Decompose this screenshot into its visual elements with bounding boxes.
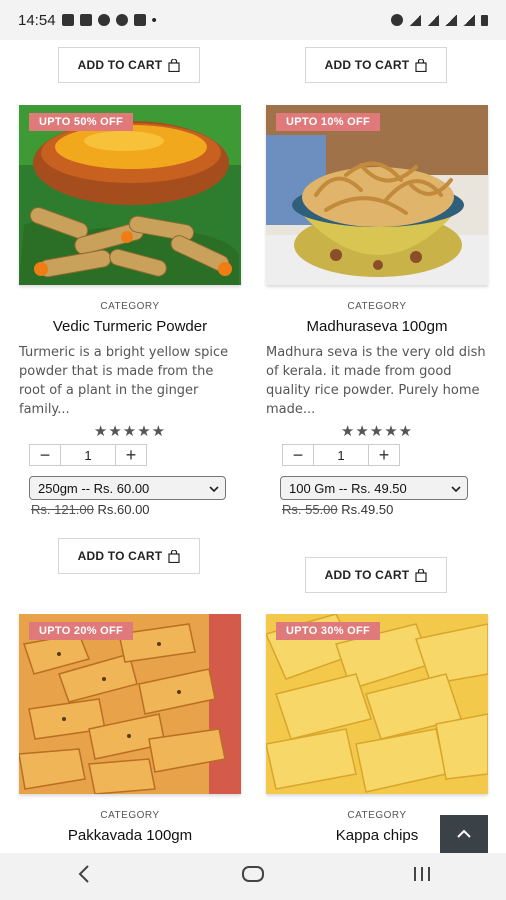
status-bar: 14:54 • xyxy=(0,0,506,40)
price-new: Rs.49.50 xyxy=(341,502,394,517)
product-card-pakkavada[interactable]: UPTO 20% OFF CATEGORY Pakkavada 100gm xyxy=(19,614,241,844)
price-old: Rs. 55.00 xyxy=(282,502,338,517)
add-to-cart-button[interactable]: ADD TO CART xyxy=(58,538,200,574)
product-title[interactable]: Madhuraseva 100gm xyxy=(266,318,488,335)
shopping-bag-icon xyxy=(168,549,180,563)
minus-button[interactable]: − xyxy=(29,444,61,466)
add-to-cart-label: ADD TO CART xyxy=(77,58,163,72)
variant-select[interactable]: 250gm -- Rs. 60.00 xyxy=(29,476,226,500)
price: Rs. 121.00 Rs.60.00 xyxy=(31,502,241,517)
turmeric-image xyxy=(19,105,241,285)
discount-badge: UPTO 20% OFF xyxy=(29,622,134,640)
add-to-cart-label: ADD TO CART xyxy=(324,568,410,582)
add-to-cart-label: ADD TO CART xyxy=(324,58,410,72)
product-title[interactable]: Pakkavada 100gm xyxy=(19,827,241,844)
app-icon xyxy=(97,14,110,26)
nav-recents-button[interactable] xyxy=(392,857,452,897)
plus-button[interactable]: + xyxy=(368,444,400,466)
minus-icon: − xyxy=(39,444,51,465)
product-description: Madhura seva is the very old dish of ker… xyxy=(266,345,486,417)
madhuraseva-image xyxy=(266,105,488,285)
product-card-kappa-chips[interactable]: UPTO 30% OFF CATEGORY Kappa chips xyxy=(266,614,488,844)
discount-badge: UPTO 10% OFF xyxy=(276,113,381,131)
flag-icon xyxy=(79,14,92,26)
chevron-up-icon xyxy=(457,825,471,843)
grid-icon xyxy=(133,14,146,26)
chevron-down-icon xyxy=(209,481,219,496)
price-old: Rs. 121.00 xyxy=(31,502,94,517)
nav-home-button[interactable] xyxy=(223,857,283,897)
product-card-madhuraseva[interactable]: UPTO 10% OFF CATEGORY Madhuraseva 100gm … xyxy=(266,105,488,517)
status-dot: • xyxy=(151,11,157,29)
status-right xyxy=(391,14,488,26)
minus-icon: − xyxy=(292,444,304,465)
product-image[interactable]: UPTO 20% OFF xyxy=(19,614,241,794)
add-to-cart-button-prev-2[interactable]: ADD TO CART xyxy=(305,47,447,83)
plus-icon: + xyxy=(125,444,137,465)
add-to-cart-label: ADD TO CART xyxy=(77,549,163,563)
quantity-stepper: − 1 + xyxy=(29,444,241,466)
product-image[interactable]: UPTO 10% OFF xyxy=(266,105,488,285)
product-image[interactable]: UPTO 50% OFF xyxy=(19,105,241,285)
status-time: 14:54 xyxy=(18,11,56,29)
minus-button[interactable]: − xyxy=(282,444,314,466)
home-icon xyxy=(241,866,264,887)
chevron-down-icon xyxy=(451,481,461,496)
quantity-input[interactable]: 1 xyxy=(314,444,368,466)
shopping-bag-icon xyxy=(168,58,180,72)
product-card-turmeric[interactable]: UPTO 50% OFF CATEGORY Vedic Turmeric Pow… xyxy=(19,105,241,517)
product-description: Turmeric is a bright yellow spice powder… xyxy=(19,345,229,417)
price-new: Rs.60.00 xyxy=(97,502,150,517)
variant-value: 250gm -- Rs. 60.00 xyxy=(38,480,150,496)
shopping-bag-icon xyxy=(415,58,427,72)
category-label[interactable]: CATEGORY xyxy=(19,301,241,312)
navigation-bar xyxy=(0,853,506,900)
category-label[interactable]: CATEGORY xyxy=(19,810,241,821)
signal-icon-2 xyxy=(427,14,439,26)
pakkavada-image xyxy=(19,614,241,794)
recents-icon xyxy=(412,866,432,887)
add-to-cart-button[interactable]: ADD TO CART xyxy=(305,557,447,593)
signal-icon xyxy=(409,14,421,26)
product-image[interactable]: UPTO 30% OFF xyxy=(266,614,488,794)
app-icon-2 xyxy=(115,14,128,26)
discount-badge: UPTO 30% OFF xyxy=(276,622,381,640)
hotspot-icon xyxy=(391,14,403,26)
category-label[interactable]: CATEGORY xyxy=(266,301,488,312)
variant-select[interactable]: 100 Gm -- Rs. 49.50 xyxy=(280,476,468,500)
add-to-cart-button-prev-1[interactable]: ADD TO CART xyxy=(58,47,200,83)
scroll-top-button[interactable] xyxy=(440,815,488,853)
plus-button[interactable]: + xyxy=(115,444,147,466)
shopping-bag-icon xyxy=(415,568,427,582)
signal-icon-4 xyxy=(463,14,475,26)
kappa-chips-image xyxy=(266,614,488,794)
variant-value: 100 Gm -- Rs. 49.50 xyxy=(289,480,407,496)
message-icon xyxy=(61,14,74,26)
status-left: 14:54 • xyxy=(18,12,157,29)
discount-badge: UPTO 50% OFF xyxy=(29,113,134,131)
rating-stars: ★★★★★ xyxy=(93,423,167,440)
rating-stars: ★★★★★ xyxy=(340,423,414,440)
quantity-stepper: − 1 + xyxy=(282,444,488,466)
product-title[interactable]: Vedic Turmeric Powder xyxy=(19,318,241,335)
plus-icon: + xyxy=(378,444,390,465)
back-icon xyxy=(78,865,90,888)
nav-back-button[interactable] xyxy=(54,857,114,897)
price: Rs. 55.00 Rs.49.50 xyxy=(282,502,488,517)
quantity-input[interactable]: 1 xyxy=(61,444,115,466)
signal-icon-3 xyxy=(445,14,457,26)
battery-icon xyxy=(481,14,488,26)
